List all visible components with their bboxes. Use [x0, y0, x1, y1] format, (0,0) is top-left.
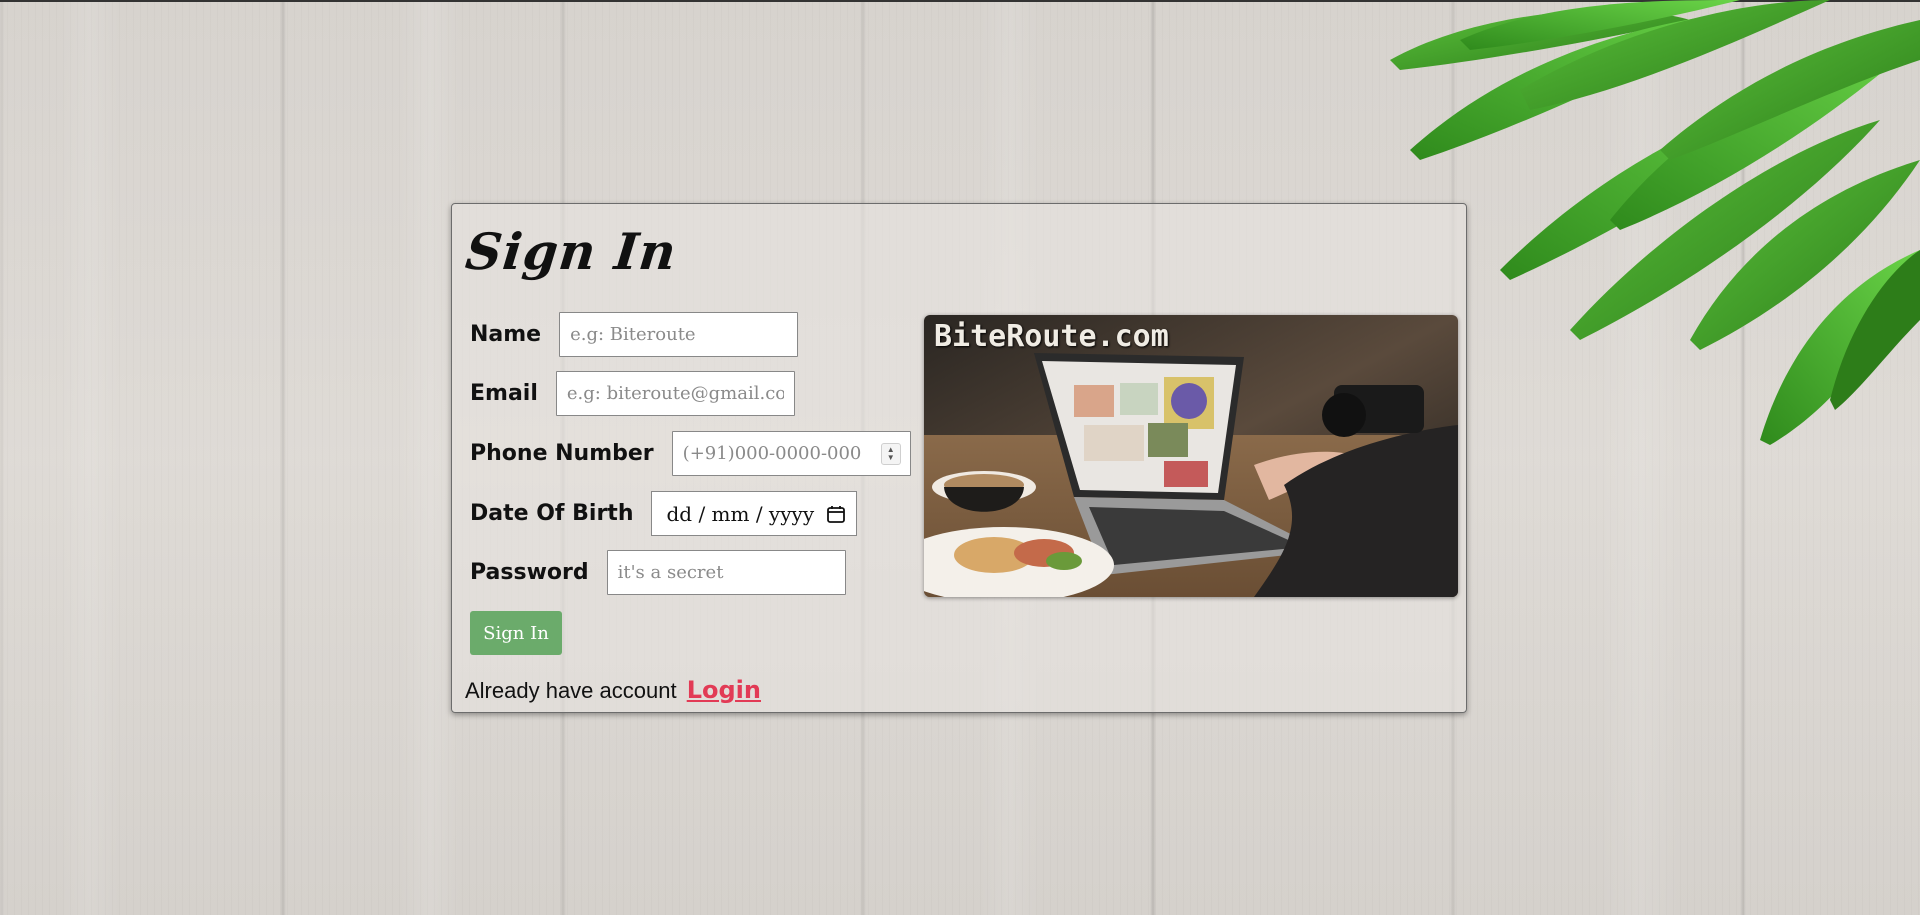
email-input[interactable]: [555, 371, 795, 416]
spinner-arrows-icon[interactable]: ▲ ▼: [880, 443, 901, 465]
password-row: Password: [470, 550, 846, 595]
promo-title: BiteRoute.com: [934, 319, 1169, 354]
page-title: Sign In: [462, 222, 680, 281]
email-row: Email: [470, 371, 795, 416]
dob-input[interactable]: dd / mm / yyyy: [651, 491, 858, 536]
email-label: Email: [470, 381, 538, 406]
phone-row: Phone Number ▲▼: [470, 431, 911, 476]
calendar-icon[interactable]: [826, 504, 846, 524]
promo-image: BiteRoute.com: [924, 315, 1458, 597]
phone-input[interactable]: [671, 431, 911, 476]
phone-field-wrap: ▲▼: [671, 431, 911, 476]
dob-row: Date Of Birth dd / mm / yyyy: [470, 491, 858, 536]
password-label: Password: [470, 560, 589, 585]
name-label: Name: [470, 322, 542, 347]
footer-text: Already have account: [465, 678, 677, 703]
phone-label: Phone Number: [470, 441, 654, 466]
dob-label: Date Of Birth: [470, 501, 634, 526]
login-link[interactable]: Login: [687, 676, 761, 704]
footer: Already have account Login: [465, 676, 761, 704]
name-row: Name: [470, 312, 799, 357]
sign-in-button[interactable]: Sign In: [470, 611, 562, 655]
dob-value: dd / mm / yyyy: [666, 501, 815, 526]
laptop-scene-image: [924, 315, 1458, 597]
sign-in-card: Sign In Name Email Phone Number ▲▼ Date …: [451, 203, 1467, 713]
name-input[interactable]: [559, 312, 799, 357]
password-input[interactable]: [606, 550, 846, 595]
